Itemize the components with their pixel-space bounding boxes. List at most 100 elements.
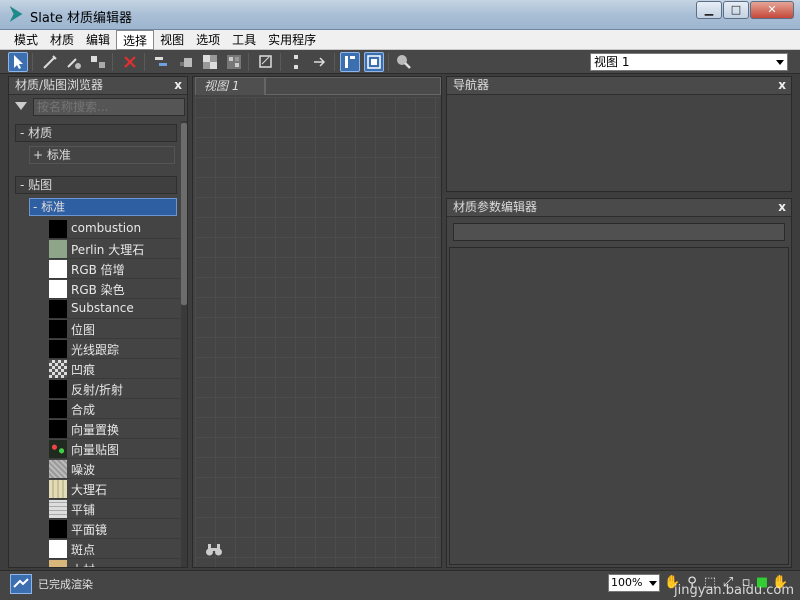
layout-vertical-button[interactable]: [288, 52, 308, 72]
map-swatch: [49, 500, 67, 518]
menu-material[interactable]: 材质: [44, 30, 80, 50]
parameter-panel-icon: [367, 55, 381, 69]
materials-group-header[interactable]: - 材质: [15, 124, 177, 142]
render-status-icon[interactable]: [10, 574, 32, 594]
hide-unused-button[interactable]: [200, 52, 220, 72]
background-checker-icon: [227, 55, 241, 69]
maps-standard-header[interactable]: - 标准: [29, 198, 177, 216]
list-item[interactable]: 平铺: [49, 499, 181, 519]
menu-tools[interactable]: 工具: [226, 30, 262, 50]
list-item[interactable]: 噪波: [49, 459, 181, 479]
material-name-field[interactable]: [453, 223, 785, 241]
list-item[interactable]: RGB 倍增: [49, 259, 181, 279]
view-tab-strip: [265, 77, 441, 95]
browser-search-row: [11, 97, 185, 117]
map-swatch: [49, 540, 67, 558]
layout-children-icon: [314, 57, 326, 67]
param-editor-header: 材质参数编辑器 x: [447, 199, 791, 217]
minimize-button[interactable]: ▁: [696, 1, 722, 19]
param-editor-body: [449, 247, 789, 565]
list-item[interactable]: 向量置换: [49, 419, 181, 439]
background-toggle-button[interactable]: [224, 52, 244, 72]
map-swatch: [49, 260, 67, 278]
browser-close-icon[interactable]: x: [174, 77, 182, 94]
view-dropdown-value: 视图 1: [594, 55, 630, 69]
list-item[interactable]: 光线跟踪: [49, 339, 181, 359]
list-item[interactable]: 向量贴图: [49, 439, 181, 459]
search-by-name-input[interactable]: [33, 98, 185, 116]
binoculars-icon[interactable]: [205, 543, 223, 557]
list-item[interactable]: combustion: [49, 219, 181, 239]
app-logo-icon: [9, 6, 23, 22]
maximize-button[interactable]: □: [723, 1, 749, 19]
select-by-material-button[interactable]: [394, 52, 414, 72]
parameter-editor-toggle[interactable]: [364, 52, 384, 72]
list-item[interactable]: 合成: [49, 399, 181, 419]
pick-material-button[interactable]: [40, 52, 60, 72]
material-map-browser-toggle[interactable]: [340, 52, 360, 72]
render-icon: [13, 578, 29, 588]
delete-x-icon: [124, 56, 136, 68]
zoom-dropdown[interactable]: 100%: [608, 574, 660, 592]
delete-button[interactable]: [120, 52, 140, 72]
window-title: Slate 材质编辑器: [30, 11, 133, 26]
title-bar: Slate 材质编辑器 ▁ □ ✕: [0, 0, 800, 30]
close-button[interactable]: ✕: [750, 1, 794, 19]
magnifier-icon: [397, 55, 411, 69]
list-item[interactable]: 位图: [49, 319, 181, 339]
node-view-canvas[interactable]: [195, 97, 441, 567]
show-map-button[interactable]: [256, 52, 276, 72]
list-item[interactable]: 凹痕: [49, 359, 181, 379]
layout-children-button[interactable]: [310, 52, 330, 72]
list-item[interactable]: 大理石: [49, 479, 181, 499]
toolbar: 视图 1: [0, 50, 800, 74]
list-item[interactable]: 平面镜: [49, 519, 181, 539]
view-dropdown[interactable]: 视图 1: [590, 53, 788, 71]
map-swatch: [49, 280, 67, 298]
map-swatch: [49, 420, 67, 438]
list-item[interactable]: Perlin 大理石: [49, 239, 181, 259]
menu-view[interactable]: 视图: [154, 30, 190, 50]
menu-utilities[interactable]: 实用程序: [262, 30, 322, 50]
assign-material-button[interactable]: [88, 52, 108, 72]
maps-group-header[interactable]: - 贴图: [15, 176, 177, 194]
chevron-down-icon: [649, 581, 657, 586]
navigator-header: 导航器 x: [447, 77, 791, 95]
layout-vertical-icon: [294, 55, 298, 69]
move-children-icon: [155, 57, 167, 66]
select-children-button[interactable]: [176, 52, 196, 72]
browser-panel-icon: [345, 56, 355, 68]
list-item[interactable]: RGB 染色: [49, 279, 181, 299]
select-tool-button[interactable]: [8, 52, 28, 72]
materials-standard-header[interactable]: + 标准: [29, 146, 175, 164]
menu-edit[interactable]: 编辑: [80, 30, 116, 50]
menu-mode[interactable]: 模式: [8, 30, 44, 50]
map-swatch: [49, 440, 67, 458]
list-item[interactable]: Substance: [49, 299, 181, 319]
scrollbar-thumb[interactable]: [181, 123, 187, 305]
menu-select[interactable]: 选择: [116, 30, 155, 50]
navigator-title: 导航器: [453, 78, 490, 92]
list-item[interactable]: 木材: [49, 559, 181, 567]
menu-options[interactable]: 选项: [190, 30, 226, 50]
browser-scrollbar[interactable]: [181, 121, 187, 567]
navigator-panel: 导航器 x: [446, 76, 792, 192]
map-swatch: [49, 560, 67, 567]
filter-menu-icon[interactable]: [15, 102, 27, 110]
zoom-value: 100%: [611, 576, 643, 589]
browser-title: 材质/贴图浏览器: [15, 78, 104, 92]
param-editor-close-icon[interactable]: x: [778, 199, 786, 216]
tab-view-1[interactable]: 视图 1: [195, 77, 265, 95]
checker-icon: [203, 55, 217, 69]
put-material-button[interactable]: [64, 52, 84, 72]
browser-list: - 材质 + 标准 - 贴图 - 标准 combustion Perlin 大理…: [11, 121, 181, 567]
navigator-close-icon[interactable]: x: [778, 77, 786, 94]
map-swatch: [49, 380, 67, 398]
list-item[interactable]: 反射/折射: [49, 379, 181, 399]
put-to-scene-icon: [67, 58, 81, 69]
map-swatch: [49, 340, 67, 358]
show-map-icon: [259, 55, 272, 68]
list-item[interactable]: 斑点: [49, 539, 181, 559]
move-children-button[interactable]: [152, 52, 172, 72]
cursor-icon: [14, 55, 23, 69]
